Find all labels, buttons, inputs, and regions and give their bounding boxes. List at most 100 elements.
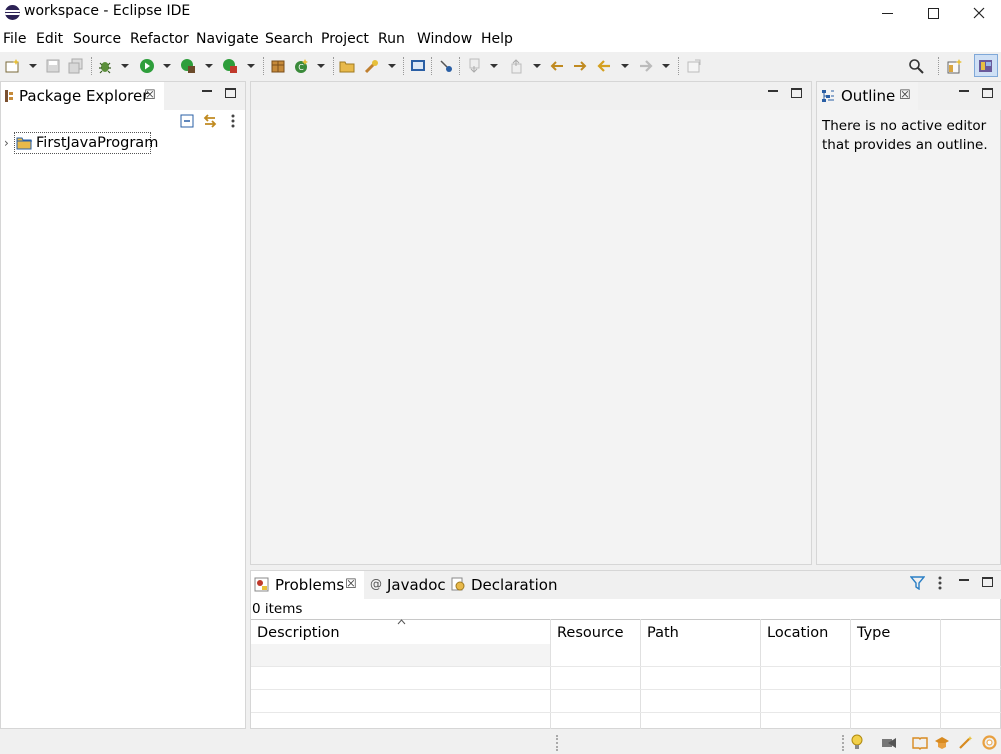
welcome-icon[interactable]	[912, 736, 928, 750]
debug-icon[interactable]	[97, 58, 113, 74]
view-menu-icon[interactable]	[937, 575, 943, 591]
menu-help[interactable]: Help	[481, 31, 513, 47]
run-dropdown-icon[interactable]	[163, 64, 171, 68]
minimize-button[interactable]	[864, 0, 910, 26]
tab-label: Problems	[275, 576, 345, 594]
tab-declaration[interactable]: Declaration	[448, 571, 558, 599]
new-java-package-icon[interactable]	[270, 58, 286, 74]
maximize-icon[interactable]	[225, 88, 236, 98]
coverage-dropdown-icon[interactable]	[205, 64, 213, 68]
new-java-class-icon[interactable]: C	[293, 58, 309, 74]
back-dropdown-icon[interactable]	[621, 64, 629, 68]
java-perspective-button[interactable]	[974, 54, 998, 77]
search-tool-dropdown-icon[interactable]	[388, 64, 396, 68]
search-icon[interactable]	[908, 58, 924, 74]
column-header-type[interactable]: Type	[857, 625, 890, 641]
prev-annotation-icon[interactable]	[509, 58, 525, 74]
forward-icon[interactable]	[638, 58, 654, 74]
tab-problems[interactable]: Problems ☒	[251, 571, 364, 599]
row-divider	[251, 689, 1001, 690]
editor-area	[250, 81, 812, 565]
row-divider	[251, 666, 1001, 667]
menu-run[interactable]: Run	[378, 31, 405, 47]
toggle-breakpoint-icon[interactable]	[438, 58, 454, 74]
filter-icon[interactable]	[910, 575, 925, 590]
tree-item-project[interactable]: FirstJavaProgram	[14, 132, 158, 154]
outline-icon	[822, 90, 834, 102]
save-icon[interactable]	[45, 58, 61, 74]
maximize-button[interactable]	[910, 0, 956, 26]
run-icon[interactable]	[139, 58, 155, 74]
minimize-icon[interactable]	[202, 90, 212, 92]
maximize-icon[interactable]	[982, 88, 993, 98]
back-icon[interactable]	[596, 58, 612, 74]
open-console-icon[interactable]	[410, 58, 426, 74]
outline-message: There is no active editor that provides …	[822, 117, 988, 155]
tab-package-explorer[interactable]: Package Explorer ☒	[1, 82, 164, 110]
column-header-location[interactable]: Location	[767, 625, 828, 641]
view-menu-icon[interactable]	[230, 113, 236, 129]
next-annotation-icon[interactable]	[467, 58, 483, 74]
toolbar-separator	[91, 57, 92, 75]
tab-outline[interactable]: Outline ☒	[817, 82, 918, 110]
close-icon[interactable]: ☒	[899, 88, 911, 103]
close-icon[interactable]: ☒	[345, 577, 357, 592]
search-tool-icon[interactable]	[364, 58, 380, 74]
tutorial-icon[interactable]	[934, 736, 950, 750]
menu-file[interactable]: File	[3, 31, 26, 47]
external-tools-dropdown-icon[interactable]	[247, 64, 255, 68]
expand-chevron-icon[interactable]: ›	[4, 136, 9, 150]
tab-javadoc[interactable]: @ Javadoc	[366, 571, 446, 599]
open-type-icon[interactable]	[339, 58, 355, 74]
tree-item-label: FirstJavaProgram	[36, 135, 159, 151]
maximize-icon[interactable]	[982, 577, 993, 587]
forward-dropdown-icon[interactable]	[662, 64, 670, 68]
close-icon[interactable]: ☒	[144, 88, 156, 103]
declaration-icon	[451, 577, 465, 591]
last-edit-icon[interactable]	[549, 58, 565, 74]
javadoc-icon: @	[370, 577, 382, 591]
package-explorer-icon	[5, 90, 13, 102]
status-bar-separator	[842, 735, 844, 751]
external-tools-icon[interactable]	[222, 58, 238, 74]
maximize-icon[interactable]	[791, 88, 802, 98]
table-row	[251, 644, 550, 666]
save-all-icon[interactable]	[68, 58, 84, 74]
editor-tabstrip	[251, 82, 811, 110]
pin-icon[interactable]	[686, 58, 702, 74]
open-perspective-icon[interactable]	[947, 58, 963, 74]
menu-edit[interactable]: Edit	[36, 31, 63, 47]
new-icon[interactable]	[5, 58, 21, 74]
minimize-icon[interactable]	[959, 90, 969, 92]
outline-message-line: There is no active editor	[822, 118, 987, 134]
lifebuoy-icon[interactable]	[982, 735, 997, 750]
minimize-icon[interactable]	[768, 90, 778, 92]
toolbar-separator	[431, 57, 432, 75]
menu-window[interactable]: Window	[417, 31, 472, 47]
debug-dropdown-icon[interactable]	[121, 64, 129, 68]
tab-label: Javadoc	[387, 576, 446, 594]
column-header-resource[interactable]: Resource	[557, 625, 624, 641]
link-editor-icon[interactable]	[202, 113, 218, 129]
tip-icon[interactable]	[850, 734, 864, 751]
sort-ascending-icon[interactable]	[397, 619, 406, 625]
wand-icon[interactable]	[958, 735, 973, 750]
prev-annotation-dropdown-icon[interactable]	[533, 64, 541, 68]
close-button[interactable]	[956, 0, 1001, 26]
menu-refactor[interactable]: Refactor	[130, 31, 189, 47]
next-annotation-dropdown-icon[interactable]	[490, 64, 498, 68]
menu-search[interactable]: Search	[265, 31, 313, 47]
update-icon[interactable]	[880, 735, 898, 751]
collapse-all-icon[interactable]	[180, 114, 194, 128]
last-edit-forward-icon[interactable]	[572, 58, 588, 74]
new-class-dropdown-icon[interactable]	[317, 64, 325, 68]
minimize-icon[interactable]	[959, 579, 969, 581]
column-header-path[interactable]: Path	[647, 625, 679, 641]
coverage-icon[interactable]	[180, 58, 196, 74]
menu-navigate[interactable]: Navigate	[196, 31, 259, 47]
new-dropdown-icon[interactable]	[29, 64, 37, 68]
menu-source[interactable]: Source	[73, 31, 121, 47]
close-icon	[973, 7, 985, 19]
menu-project[interactable]: Project	[321, 31, 369, 47]
tab-label: Declaration	[471, 576, 558, 594]
